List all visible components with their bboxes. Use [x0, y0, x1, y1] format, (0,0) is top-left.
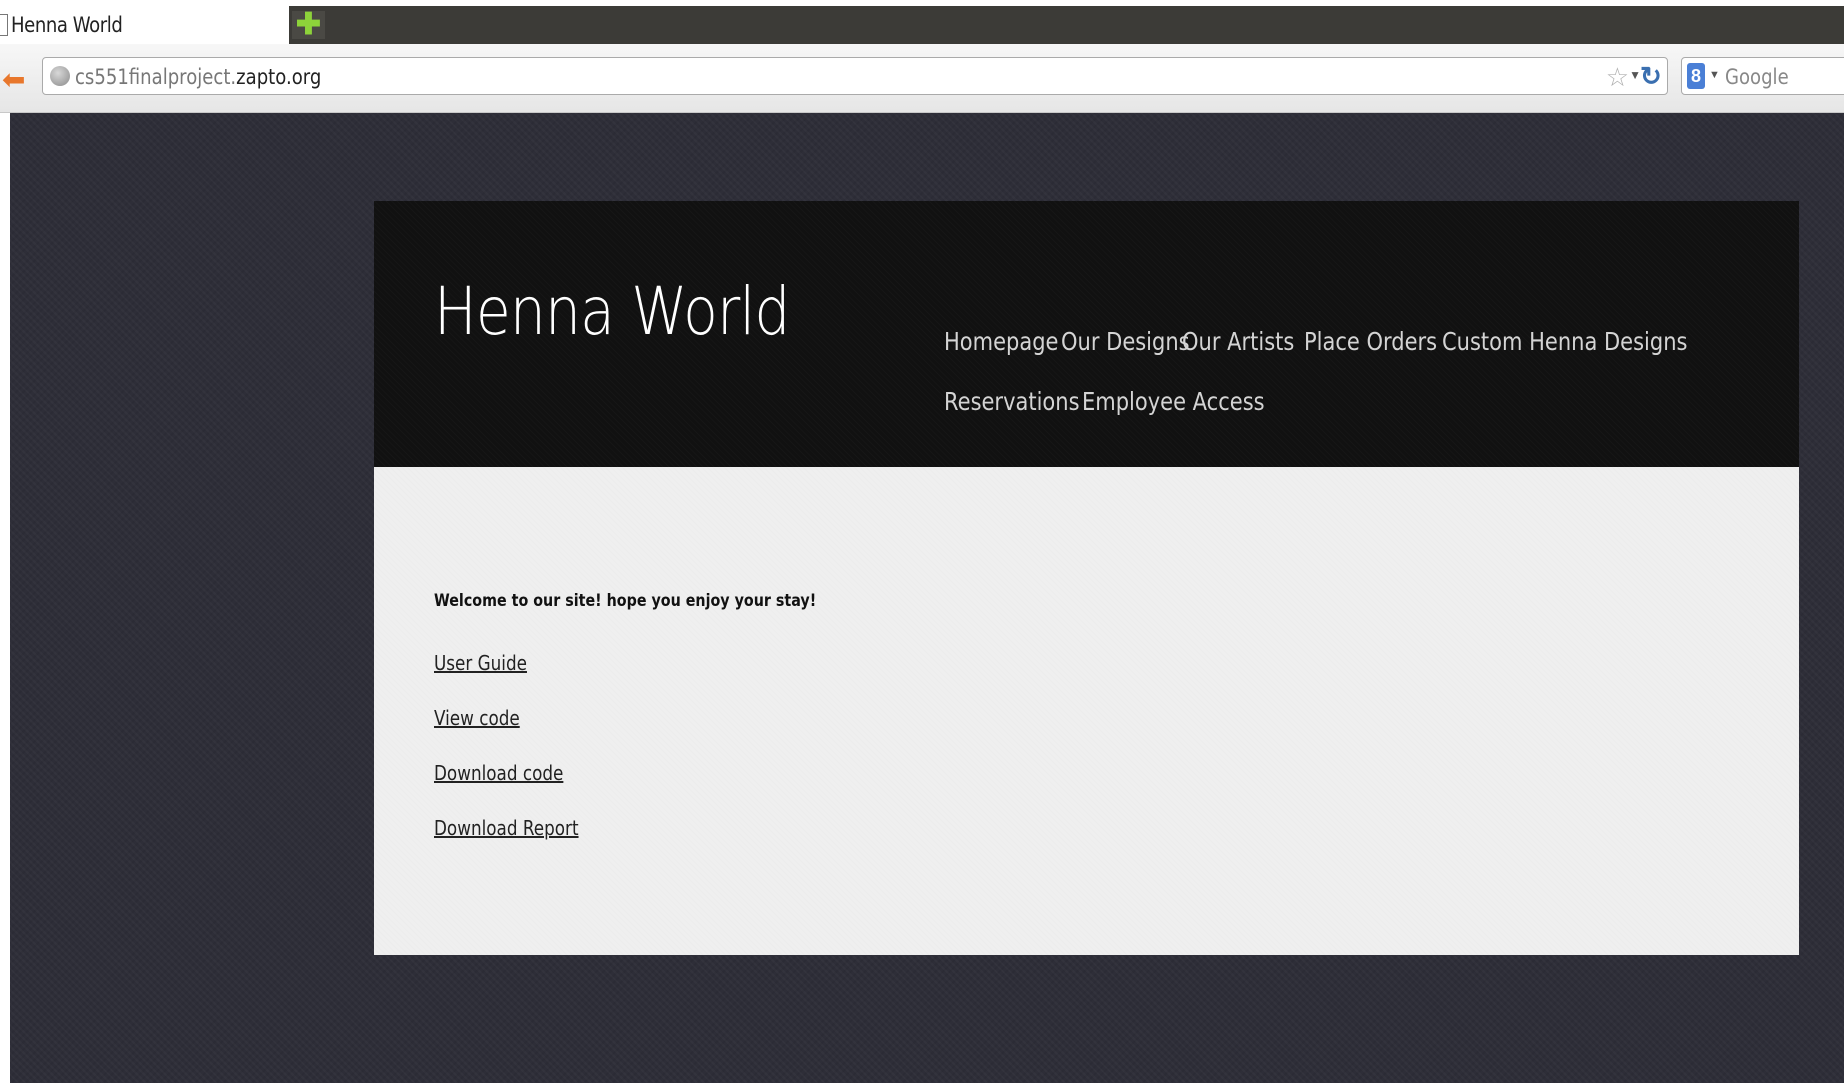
url-text[interactable]: cs551finalproject.zapto.org [75, 65, 321, 89]
site-title: Henna World [434, 273, 790, 350]
chevron-down-icon[interactable]: ▼ [1709, 69, 1720, 81]
url-prefix: cs551finalproject. [75, 65, 237, 89]
nav-homepage[interactable]: Homepage [944, 327, 1058, 356]
new-tab-button[interactable]: ✚ [292, 8, 325, 41]
star-icon[interactable]: ☆ [1606, 62, 1629, 93]
google-icon[interactable]: 8 [1687, 63, 1705, 89]
plus-icon: ✚ [295, 8, 322, 41]
page-icon [0, 14, 8, 36]
nav-employee-access[interactable]: Employee Access [1082, 387, 1265, 416]
search-bar[interactable]: 8 ▼ Google [1681, 57, 1844, 95]
download-code-link[interactable]: Download code [434, 761, 563, 785]
back-arrow-icon[interactable]: ⬅ [2, 66, 25, 94]
address-bar[interactable]: cs551finalproject.zapto.org ☆ ▼ ↻ [42, 57, 1668, 95]
site-header: Henna World Homepage Our Designs Our Art… [374, 201, 1799, 467]
nav-reservations[interactable]: Reservations [944, 387, 1080, 416]
nav-custom-henna-designs[interactable]: Custom Henna Designs [1442, 327, 1687, 356]
nav-place-orders[interactable]: Place Orders [1304, 327, 1437, 356]
url-host: zapto.org [236, 65, 322, 89]
navigation-toolbar: ⬅ cs551finalproject.zapto.org ☆ ▼ ↻ 8 ▼ … [0, 44, 1844, 113]
tab-strip: Henna World ✚ [0, 6, 1844, 44]
search-placeholder[interactable]: Google [1725, 65, 1789, 89]
welcome-message: Welcome to our site! hope you enjoy your… [434, 591, 817, 611]
reload-icon[interactable]: ↻ [1640, 63, 1664, 89]
browser-tab[interactable]: Henna World [0, 6, 289, 44]
page-viewport: Henna World Homepage Our Designs Our Art… [10, 113, 1844, 1083]
site-container: Henna World Homepage Our Designs Our Art… [374, 201, 1799, 955]
site-content: Welcome to our site! hope you enjoy your… [374, 467, 1799, 955]
tab-title: Henna World [11, 13, 123, 37]
main-nav: Homepage Our Designs Our Artists Place O… [944, 311, 1784, 431]
nav-row: Reservations Employee Access [944, 371, 1784, 431]
globe-icon [50, 66, 70, 86]
view-code-link[interactable]: View code [434, 706, 520, 730]
nav-our-artists[interactable]: Our Artists [1182, 327, 1294, 356]
user-guide-link[interactable]: User Guide [434, 651, 527, 675]
nav-row: Homepage Our Designs Our Artists Place O… [944, 311, 1784, 371]
nav-our-designs[interactable]: Our Designs [1061, 327, 1190, 356]
download-report-link[interactable]: Download Report [434, 816, 579, 840]
